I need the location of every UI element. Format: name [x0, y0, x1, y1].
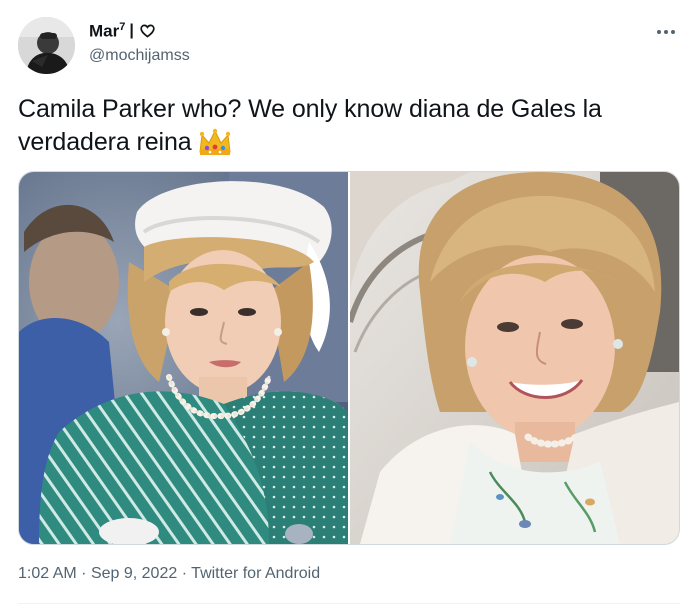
photo-right[interactable]: [350, 172, 679, 544]
divider: [18, 603, 680, 604]
tweet-text: Camila Parker who? We only know diana de…: [18, 93, 678, 159]
tweet-date-link[interactable]: Sep 9, 2022: [91, 565, 177, 582]
tweet-meta: 1:02 AM · Sep 9, 2022 · Twitter for Andr…: [18, 565, 320, 583]
tweet-card: Mar7 | @mochijamss Camila Parker who? We…: [0, 0, 700, 608]
author-handle[interactable]: @mochijamss: [89, 47, 190, 65]
photo-left[interactable]: [19, 172, 348, 544]
avatar[interactable]: [18, 17, 75, 74]
heart-icon: [140, 24, 155, 38]
meta-separator: ·: [81, 565, 87, 582]
more-icon: [657, 30, 675, 34]
author-name-row: Mar7 |: [89, 21, 155, 42]
more-options-button[interactable]: [655, 22, 677, 42]
meta-separator: ·: [181, 565, 188, 582]
crown-emoji-icon: [199, 128, 231, 155]
name-separator: |: [129, 22, 134, 40]
display-name[interactable]: Mar7: [89, 21, 125, 42]
media-grid: [18, 171, 680, 545]
display-name-superscript: 7: [119, 21, 126, 33]
tweet-text-body: Camila Parker who? We only know diana de…: [18, 95, 602, 156]
tweet-source-link[interactable]: Twitter for Android: [191, 565, 320, 582]
tweet-time-link[interactable]: 1:02 AM: [18, 565, 77, 582]
